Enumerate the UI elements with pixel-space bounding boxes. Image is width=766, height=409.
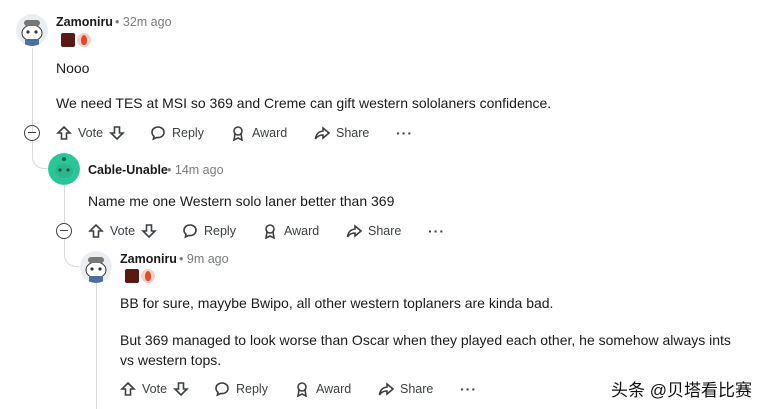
thread-line	[32, 48, 33, 132]
share-icon	[314, 126, 330, 140]
vote-label: Vote	[142, 382, 168, 396]
share-button[interactable]: Share	[314, 123, 369, 143]
comment-bubble-icon	[151, 126, 165, 141]
user-avatar[interactable]	[48, 153, 80, 185]
comment-meta: • 9m ago	[179, 252, 229, 266]
share-icon	[378, 382, 394, 396]
vote-control: Vote	[56, 123, 125, 143]
more-options-button[interactable]: ···	[460, 381, 477, 397]
downvote-icon[interactable]	[109, 125, 125, 141]
thread-line	[64, 186, 65, 224]
award-icon	[297, 382, 307, 397]
comment-time[interactable]: 32m ago	[123, 15, 172, 29]
award-button[interactable]: Award	[294, 379, 351, 399]
comment-bubble-icon	[183, 224, 197, 239]
award-label: Award	[252, 126, 288, 140]
comment-time[interactable]: 9m ago	[187, 252, 229, 266]
user-avatar[interactable]	[16, 14, 48, 46]
comment-author[interactable]: Cable-Unable	[88, 163, 168, 177]
upvote-icon[interactable]	[56, 125, 72, 141]
award-button[interactable]: Award	[230, 123, 287, 143]
share-icon	[346, 224, 362, 238]
upvote-icon[interactable]	[88, 223, 104, 239]
reply-button[interactable]: Reply	[214, 379, 268, 399]
vote-label: Vote	[78, 126, 104, 140]
downvote-icon[interactable]	[173, 381, 189, 397]
snoo-avatar-icon	[80, 251, 112, 283]
reply-button[interactable]: Reply	[182, 221, 236, 241]
comment-time[interactable]: 14m ago	[175, 163, 224, 177]
thread-line	[96, 282, 97, 409]
comment-author[interactable]: Zamoniru	[120, 252, 177, 266]
comment-paragraph: BB for sure, mayybe Bwipo, all other wes…	[120, 295, 554, 311]
downvote-icon[interactable]	[141, 223, 157, 239]
upvote-icon[interactable]	[120, 381, 136, 397]
meta-separator: •	[179, 252, 184, 266]
reply-label: Reply	[172, 126, 204, 140]
user-flair	[125, 268, 155, 283]
flair-fire-icon	[141, 268, 155, 283]
award-icon	[265, 224, 275, 239]
comment-meta: • 32m ago	[115, 15, 172, 29]
comment-paragraph: Nooo	[56, 60, 90, 76]
flair-emblem-icon	[61, 32, 75, 47]
comment-paragraph: But 369 managed to look worse than Oscar…	[120, 332, 731, 368]
vote-label: Vote	[110, 224, 136, 238]
comment-meta: • 14m ago	[167, 163, 224, 177]
more-options-button[interactable]: ···	[396, 125, 413, 141]
snoo-avatar-icon	[48, 153, 80, 185]
award-label: Award	[316, 382, 352, 396]
more-options-button[interactable]: ···	[428, 223, 445, 239]
reply-button[interactable]: Reply	[150, 123, 204, 143]
comment-paragraph: We need TES at MSI so 369 and Creme can …	[56, 95, 552, 111]
thread-branch	[32, 140, 47, 169]
snoo-avatar-icon	[16, 14, 48, 46]
reply-label: Reply	[204, 224, 236, 238]
award-button[interactable]: Award	[262, 221, 319, 241]
share-label: Share	[336, 126, 370, 140]
comment-author[interactable]: Zamoniru	[56, 15, 113, 29]
comment-paragraph: Name me one Western solo laner better th…	[88, 193, 395, 209]
meta-separator: •	[115, 15, 120, 29]
share-label: Share	[368, 224, 402, 238]
flair-fire-icon	[77, 32, 91, 47]
share-label: Share	[400, 382, 434, 396]
share-button[interactable]: Share	[346, 221, 401, 241]
vote-control: Vote	[120, 379, 189, 399]
reply-label: Reply	[236, 382, 268, 396]
share-button[interactable]: Share	[378, 379, 433, 399]
award-icon	[233, 126, 243, 141]
user-avatar[interactable]	[80, 251, 112, 283]
watermark: 头条 @贝塔看比赛	[611, 381, 752, 400]
flair-emblem-icon	[125, 268, 139, 283]
user-flair	[61, 32, 91, 47]
collapse-thread-button[interactable]	[56, 223, 72, 239]
award-label: Award	[284, 224, 320, 238]
meta-separator: •	[167, 163, 172, 177]
comment-bubble-icon	[215, 382, 229, 397]
vote-control: Vote	[88, 221, 157, 241]
thread-branch	[64, 238, 79, 267]
collapse-thread-button[interactable]	[24, 125, 40, 141]
